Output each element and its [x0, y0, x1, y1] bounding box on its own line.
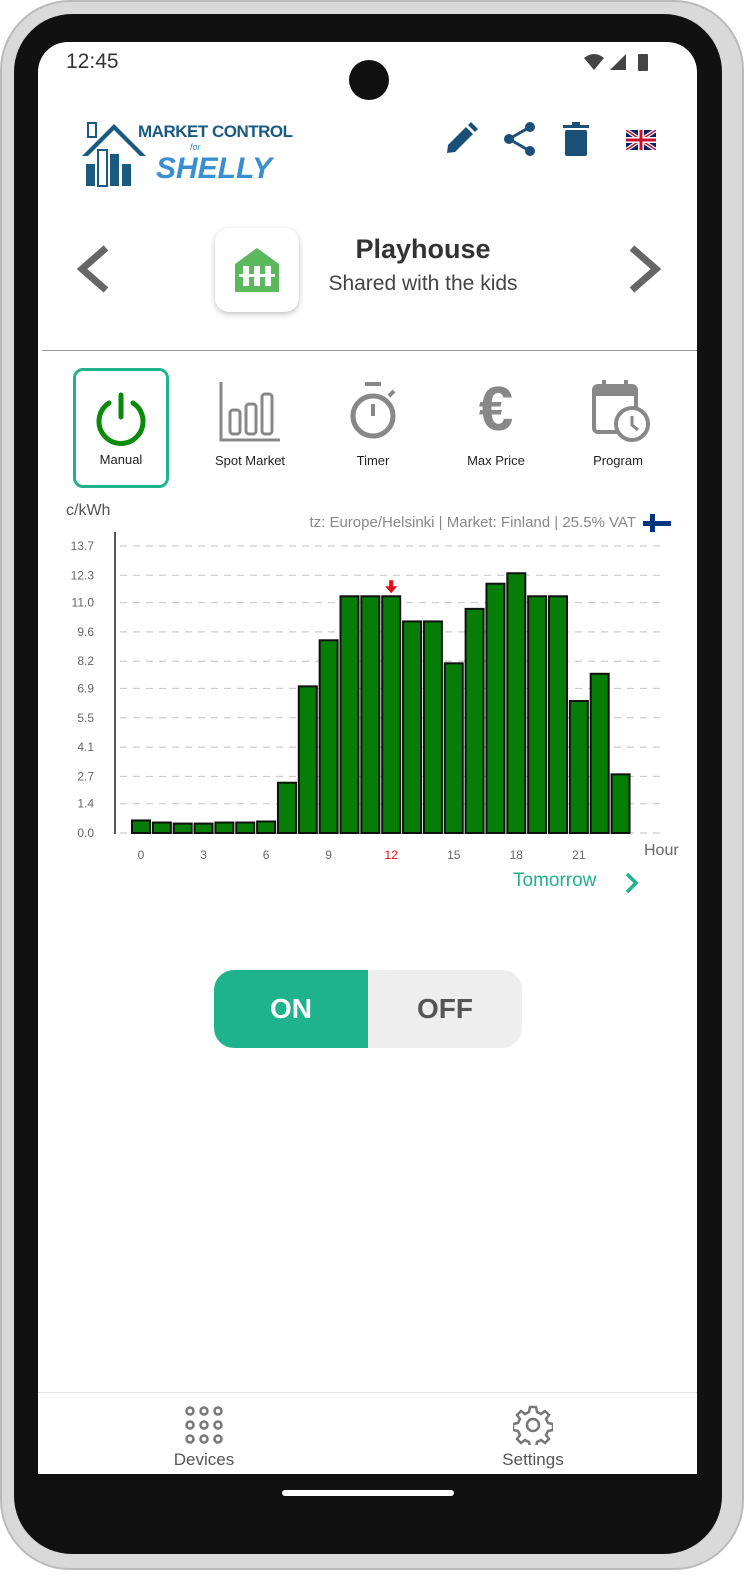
price-bar — [422, 620, 443, 834]
y-tick-label: 4.1 — [77, 740, 94, 754]
price-bar — [214, 821, 235, 834]
x-tick-label: 21 — [572, 848, 586, 862]
camera — [349, 60, 389, 100]
price-bar — [464, 607, 485, 835]
y-tick-label: 1.4 — [77, 797, 94, 811]
grid-icon — [185, 1406, 223, 1444]
price-bar — [506, 572, 527, 834]
y-tick-label: 11.0 — [72, 596, 95, 610]
y-axis-label: c/kWh — [66, 502, 111, 519]
euro-icon: € — [478, 375, 514, 444]
tomorrow-chevron-icon[interactable] — [624, 872, 640, 894]
home-indicator[interactable] — [282, 1490, 454, 1496]
share-icon[interactable] — [503, 122, 537, 156]
price-bar — [151, 821, 172, 834]
price-bar — [193, 822, 214, 835]
x-tick-label: 15 — [447, 848, 461, 862]
tomorrow-link[interactable]: Tomorrow — [513, 870, 596, 892]
bottom-nav: Devices Settings — [38, 1392, 697, 1474]
y-tick-label: 8.2 — [77, 654, 94, 668]
bar-chart-icon — [219, 382, 280, 442]
y-tick-label: 2.7 — [77, 769, 94, 783]
price-bar — [360, 595, 381, 834]
mode-manual[interactable]: Manual — [73, 368, 169, 488]
status-time: 12:45 — [66, 50, 119, 73]
price-bar — [131, 819, 151, 835]
uk-flag-icon[interactable] — [626, 130, 656, 150]
price-bar — [172, 822, 193, 835]
price-bar — [610, 773, 631, 834]
y-tick-label: 9.6 — [77, 625, 94, 639]
price-bar — [381, 595, 402, 834]
price-bar — [527, 595, 548, 834]
trash-icon[interactable] — [563, 122, 589, 156]
price-bar — [548, 595, 568, 834]
price-bar — [297, 685, 318, 834]
mode-spot-market[interactable]: Spot Market — [202, 368, 298, 488]
price-bar — [276, 781, 297, 834]
previous-device-chevron-icon[interactable] — [74, 244, 110, 294]
stopwatch-icon — [350, 382, 396, 439]
gear-icon — [511, 1405, 555, 1449]
x-tick-label: 6 — [263, 848, 270, 862]
screen: 12:45 MARKET CONTROL for SHELLY Playhous… — [38, 42, 697, 1474]
pencil-icon[interactable] — [444, 122, 478, 156]
divider — [42, 350, 697, 351]
price-bar — [568, 700, 589, 834]
x-tick-label: 9 — [325, 848, 332, 862]
price-bar — [443, 662, 464, 834]
x-tick-label: 0 — [138, 848, 145, 862]
device-name: Playhouse — [355, 234, 491, 264]
next-device-chevron-icon[interactable] — [628, 244, 664, 294]
off-button[interactable]: OFF — [368, 970, 522, 1048]
mode-max-price[interactable]: € Max Price — [448, 368, 544, 488]
price-bar — [235, 821, 256, 834]
nav-devices[interactable]: Devices — [144, 1405, 264, 1470]
on-off-toggle[interactable]: ON OFF — [214, 970, 522, 1048]
y-tick-label: 12.3 — [71, 568, 95, 582]
y-tick-label: 6.9 — [77, 681, 94, 695]
x-axis-label: Hour — [644, 842, 679, 859]
mode-program[interactable]: Program — [570, 368, 666, 488]
status-icons — [584, 54, 648, 71]
price-chart: 0.0 1.4 2.7 4.1 5.5 6.9 8.2 9.6 11.0 12.3 13.7 0 3 6 9… — [71, 532, 663, 862]
price-bar — [402, 620, 423, 834]
x-tick-label: 3 — [200, 848, 207, 862]
app-logo: MARKET CONTROL for SHELLY — [80, 120, 293, 190]
calendar-clock-icon — [592, 380, 650, 442]
price-bar — [318, 639, 339, 834]
mode-timer[interactable]: Timer — [325, 368, 421, 488]
price-bar — [339, 595, 360, 834]
price-bar — [589, 672, 610, 834]
current-hour-arrow-icon — [385, 580, 398, 594]
power-icon — [96, 392, 146, 446]
price-bar — [256, 820, 277, 834]
nav-settings[interactable]: Settings — [473, 1405, 593, 1470]
y-tick-label: 0.0 — [77, 826, 94, 840]
price-bar — [485, 582, 506, 835]
x-tick-label: 12 — [385, 848, 399, 862]
device-icon-tile[interactable] — [215, 228, 299, 312]
on-button[interactable]: ON — [214, 970, 368, 1048]
y-tick-label: 5.5 — [77, 711, 94, 725]
house-icon — [235, 248, 279, 292]
x-tick-label: 18 — [510, 848, 524, 862]
y-tick-label: 13.7 — [71, 539, 95, 553]
device-description: Shared with the kids — [328, 272, 518, 295]
